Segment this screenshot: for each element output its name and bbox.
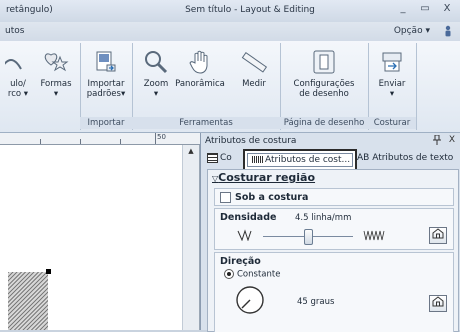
hand-pan-icon	[187, 49, 213, 75]
densidade-box: Densidade 4.5 linha/mm	[214, 208, 454, 250]
group-label-pagina: Página de desenho	[280, 117, 368, 129]
zoom-chevron: ▾	[153, 89, 159, 99]
high-density-icon	[363, 229, 385, 244]
sob-costura-checkbox[interactable]	[220, 192, 231, 203]
angle-dial-icon[interactable]	[235, 285, 265, 318]
importar-label-2: padrões▾	[86, 89, 126, 99]
stitched-shape[interactable]	[8, 272, 48, 330]
direcao-reset-button[interactable]	[429, 295, 447, 312]
densidade-value: 4.5 linha/mm	[295, 213, 352, 223]
enviar-label: Enviar	[378, 79, 406, 89]
constante-label: Constante	[237, 269, 281, 280]
sewing-attributes-panel: Atributos de costura X Co Atributos de c…	[200, 133, 460, 332]
formas-label: Formas	[40, 79, 72, 89]
config-label-2: de desenho	[299, 89, 349, 99]
tab-atributos-costura[interactable]: Atributos de cost...	[243, 149, 357, 171]
importar-label-1: Importar	[87, 79, 125, 89]
help-icon[interactable]	[442, 25, 454, 40]
magnifier-icon	[143, 49, 169, 75]
panoramica-label: Panorâmica	[175, 79, 225, 89]
panel-title: Atributos de costura	[205, 136, 297, 146]
contorno-label-2: rco ▾	[7, 89, 29, 99]
title-bar: retângulo) Sem título - Layout & Editing…	[0, 0, 460, 23]
ribbon-tab-row: utos Opção ▾	[0, 22, 460, 42]
ruler-tick	[40, 139, 41, 144]
contorno-button[interactable]: ulo/ rco ▾	[0, 49, 36, 99]
group-label-importar: Importar	[80, 117, 132, 129]
chevron-down-icon: ▾	[425, 26, 430, 36]
vertical-scrollbar[interactable]: ▲	[182, 145, 199, 330]
color-list-icon	[207, 152, 218, 163]
sob-costura-label: Sob a costura	[235, 192, 309, 203]
configuracoes-desenho-button[interactable]: Configurações de desenho	[284, 49, 364, 99]
constante-radio-row[interactable]: Constante	[224, 269, 280, 280]
angle-value: 45 graus	[297, 297, 335, 307]
window-title: Sem título - Layout & Editing	[185, 5, 315, 15]
tab-cor-label: Co	[220, 153, 232, 163]
home-icon	[432, 228, 444, 239]
tab-atributos-texto[interactable]: AB Atributos de texto	[357, 151, 453, 165]
formas-button[interactable]: Formas ▾	[36, 49, 76, 99]
close-button[interactable]: X	[440, 3, 454, 14]
config-label-1: Configurações	[293, 79, 355, 89]
density-slider-thumb[interactable]	[304, 229, 313, 245]
opcao-label: Opção	[393, 26, 423, 36]
importar-padroes-button[interactable]: Importar padrões▾	[82, 49, 130, 99]
selection-handle[interactable]	[46, 269, 51, 274]
group-pagina-desenho: Configurações de desenho Página de desen…	[280, 43, 369, 130]
contorno-label-1: ulo/	[10, 79, 26, 89]
shape-outline-icon	[5, 49, 31, 75]
ribbon: ulo/ rco ▾ Formas ▾ Importar padrões▾ Im…	[0, 41, 460, 133]
section-header[interactable]: ▽Costurar região	[212, 171, 315, 184]
tab-cor[interactable]: Co	[207, 151, 232, 165]
ruler-tick	[80, 139, 81, 144]
pin-icon[interactable]	[433, 134, 441, 148]
panoramica-button[interactable]: Panorâmica	[172, 49, 228, 89]
ruler-tick	[120, 139, 121, 144]
panel-tabs: Co Atributos de cost... AB Atributos de …	[201, 149, 460, 171]
horizontal-ruler: 50	[0, 133, 200, 145]
doc-fragment-text: retângulo)	[6, 5, 53, 15]
shapes-icon	[43, 49, 69, 75]
zoom-button[interactable]: Zoom ▾	[142, 49, 170, 99]
send-machine-icon	[379, 49, 405, 75]
panel-close-button[interactable]: X	[449, 135, 455, 145]
minimize-button[interactable]: _	[396, 3, 410, 14]
import-patterns-icon	[93, 49, 119, 75]
home-icon	[432, 296, 444, 307]
densidade-label: Densidade	[220, 212, 277, 223]
group-label-costurar: Costurar	[368, 117, 416, 129]
scroll-up-arrow-icon[interactable]: ▲	[183, 147, 199, 155]
formas-chevron: ▾	[53, 89, 59, 99]
group-formas: ulo/ rco ▾ Formas ▾	[0, 43, 81, 130]
section-title: Costurar região	[218, 171, 316, 184]
ruler-label-50: 50	[157, 133, 166, 141]
stitch-attributes-icon	[252, 156, 263, 163]
tab-active-label: Atributos de cost...	[265, 155, 351, 165]
medir-label: Medir	[242, 79, 266, 89]
low-density-icon	[237, 229, 255, 244]
group-importar: Importar padrões▾ Importar	[80, 43, 133, 130]
ruler-tick	[155, 133, 156, 144]
densidade-reset-button[interactable]	[429, 227, 447, 244]
page-settings-icon	[311, 49, 337, 75]
panel-content: ▽Costurar região Sob a costura Densidade…	[207, 169, 459, 332]
zoom-label: Zoom	[143, 79, 169, 89]
sob-costura-checkbox-wrap: Sob a costura	[220, 192, 308, 203]
ruler-measure-icon	[241, 49, 267, 75]
enviar-chevron: ▾	[389, 89, 395, 99]
group-label-ferramentas: Ferramentas	[132, 117, 280, 129]
medir-button[interactable]: Medir	[234, 49, 274, 89]
group-ferramentas: Zoom ▾ Panorâmica Medir Ferramentas	[132, 43, 281, 130]
direcao-box: Direção Constante 45 graus	[214, 252, 454, 332]
maximize-button[interactable]: ▭	[418, 3, 432, 14]
direcao-label: Direção	[220, 256, 261, 267]
enviar-button[interactable]: Enviar ▾	[372, 49, 412, 99]
group-costurar: Enviar ▾ Costurar	[368, 43, 417, 130]
tab-atributos[interactable]: utos	[5, 26, 24, 36]
constante-radio[interactable]	[224, 269, 234, 279]
sob-costura-row[interactable]: Sob a costura	[214, 188, 454, 206]
opcao-menu[interactable]: Opção ▾	[394, 26, 430, 36]
